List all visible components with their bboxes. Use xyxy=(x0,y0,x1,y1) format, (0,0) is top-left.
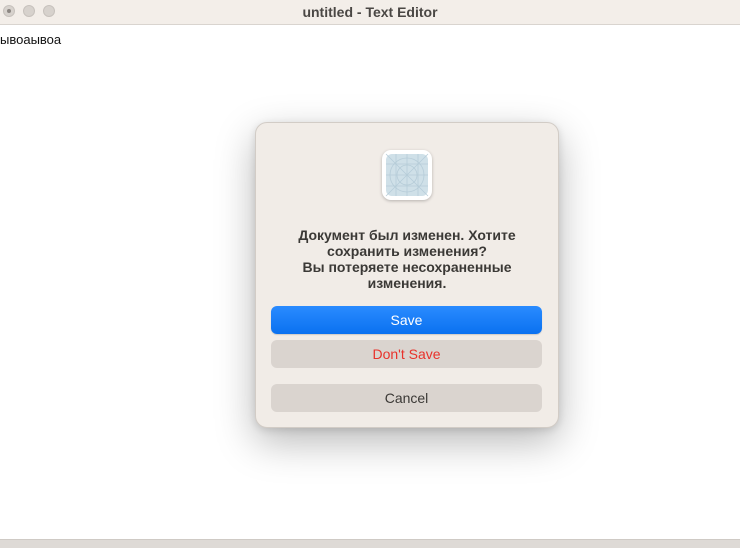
editor-content[interactable]: ывоаывоа xyxy=(0,32,61,47)
dont-save-button[interactable]: Don't Save xyxy=(271,340,542,368)
text-editor-app-icon xyxy=(382,150,432,200)
window-title: untitled - Text Editor xyxy=(302,4,438,20)
title-bar[interactable]: untitled - Text Editor xyxy=(0,0,740,25)
cancel-button[interactable]: Cancel xyxy=(271,384,542,412)
dialog-message-line: Документ был изменен. Хотите xyxy=(298,227,516,243)
dialog-message-line: сохранить изменения? xyxy=(327,243,487,259)
status-bar xyxy=(0,539,740,548)
save-button[interactable]: Save xyxy=(271,306,542,334)
dialog-message-line: изменения. xyxy=(367,275,447,291)
dialog-message-line: Вы потеряете несохраненные xyxy=(302,259,512,275)
dialog-message: Документ был изменен. Хотите сохранить и… xyxy=(272,227,542,291)
text-editor-window: untitled - Text Editor ывоаывоа Документ… xyxy=(0,0,740,548)
save-changes-dialog: Документ был изменен. Хотите сохранить и… xyxy=(255,122,559,428)
